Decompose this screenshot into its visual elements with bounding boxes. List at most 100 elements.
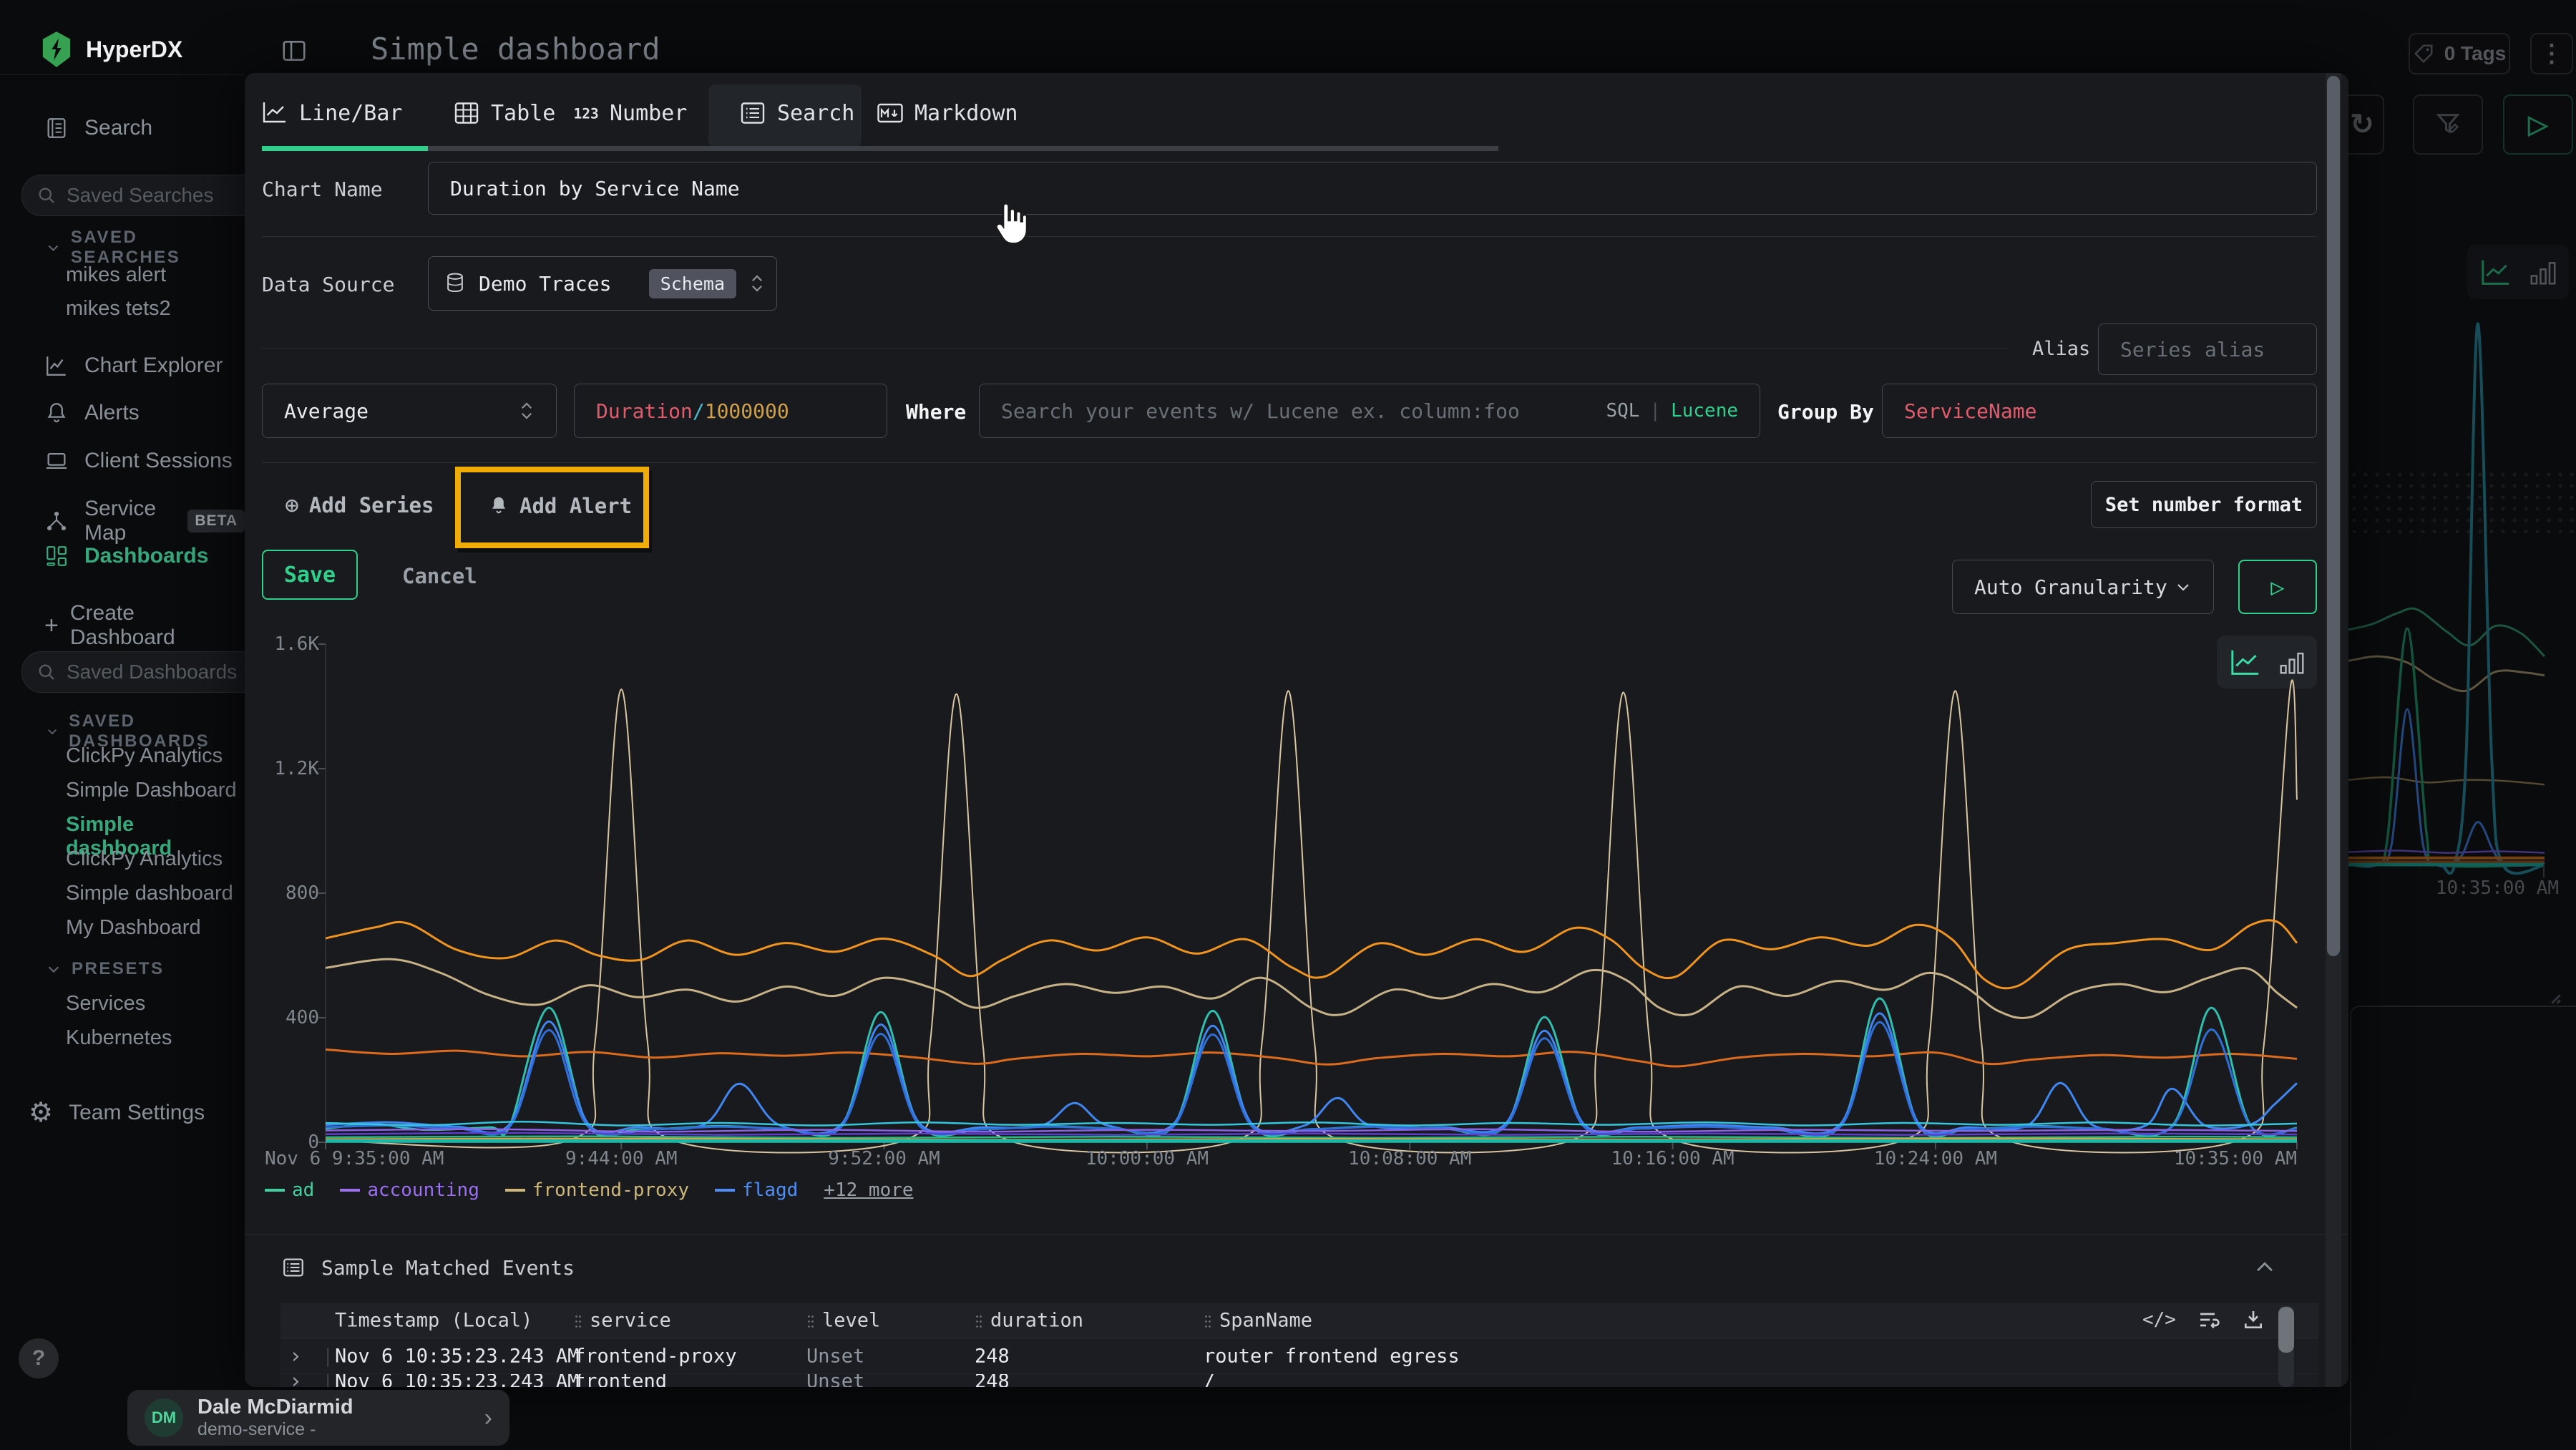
saved-search-item[interactable]: mikes alert	[66, 263, 166, 287]
x-axis-label: 10:35:00 AM	[2154, 1148, 2297, 1169]
search-icon	[36, 662, 57, 682]
collapse-section-icon[interactable]	[2253, 1255, 2277, 1280]
bg-green-line	[2348, 608, 2545, 656]
table-column-header[interactable]: Timestamp (Local)	[335, 1310, 532, 1332]
saved-searches-section-header[interactable]: SAVED SEARCHES	[46, 228, 245, 268]
modal-scrollbar-thumb[interactable]	[2327, 76, 2340, 956]
chevron-down-icon	[46, 240, 61, 256]
table-row[interactable]: ›|Nov 6 10:35:23.243 AMfrontend-proxyUns…	[280, 1338, 2318, 1373]
saved-searches-input[interactable]: Saved Searches	[21, 175, 270, 216]
legend-more-link[interactable]: +12 more	[824, 1179, 913, 1201]
saved-search-item[interactable]: mikes tets2	[66, 297, 171, 321]
sidebar-item-label: Alerts	[84, 401, 140, 425]
table-row[interactable]: ›|Nov 6 10:35:23.243 AMfrontendUnset248/	[280, 1373, 2318, 1387]
dark-orange-series	[326, 1049, 2297, 1066]
legend-item-flagd[interactable]: flagd	[715, 1179, 798, 1201]
collapse-sidebar-icon[interactable]	[280, 37, 308, 64]
y-axis-label: 400	[255, 1007, 319, 1028]
modal-scrollbar[interactable]	[2326, 73, 2341, 1387]
section-label: SAVED SEARCHES	[71, 228, 245, 268]
table-scrollbar[interactable]	[2278, 1305, 2294, 1387]
legend-swatch	[715, 1189, 735, 1192]
sample-events-header[interactable]: Sample Matched Events	[281, 1255, 575, 1280]
teal-bump-series	[326, 998, 2297, 1137]
saved-searches-placeholder: Saved Searches	[67, 184, 213, 207]
x-axis-label: 10:08:00 AM	[1324, 1148, 1496, 1169]
legend-swatch	[505, 1189, 525, 1192]
mouse-cursor	[989, 202, 1030, 249]
table-column-header[interactable]: level	[806, 1310, 880, 1332]
chevron-down-icon	[46, 961, 62, 977]
bg-purple-flat	[2348, 850, 2545, 852]
legend-item-frontend-proxy[interactable]: frontend-proxy	[505, 1179, 689, 1201]
wrap-text-icon[interactable]	[2197, 1308, 2220, 1331]
x-axis-label: 9:44:00 AM	[535, 1148, 707, 1169]
sidebar-item-chart-explorer[interactable]: Chart Explorer	[44, 354, 223, 378]
y-axis-label: 1.2K	[255, 758, 319, 779]
chevron-down-icon	[46, 724, 59, 739]
saved-dashboards-input[interactable]: Saved Dashboards	[21, 651, 270, 693]
saved-dashboard-item[interactable]: Simple dashboard	[66, 882, 233, 905]
search-doc-icon	[44, 116, 69, 140]
table-cell: 248	[975, 1373, 1010, 1387]
row-expand-icon[interactable]: ›	[289, 1373, 302, 1387]
chevron-right-icon: ›	[484, 1404, 492, 1432]
sidebar-item-dashboards[interactable]: Dashboards	[44, 544, 208, 568]
divider	[245, 1234, 2348, 1235]
table-cell: Unset	[806, 1373, 864, 1387]
legend-item-accounting[interactable]: accounting	[340, 1179, 479, 1201]
chart-explorer-icon	[44, 354, 69, 378]
events-table-header: Timestamp (Local) service level duration Spa…	[280, 1303, 2318, 1338]
y-axis-label: 1.6K	[255, 633, 319, 655]
sidebar-item-alerts[interactable]: Alerts	[44, 401, 140, 425]
avatar: DM	[145, 1398, 183, 1437]
sidebar-item-service-map[interactable]: Service MapBETA	[44, 497, 245, 545]
sidebar-item-team-settings[interactable]: ⚙ Team Settings	[29, 1096, 205, 1129]
sidebar-item-client-sessions[interactable]: Client Sessions	[44, 449, 233, 473]
table-column-header[interactable]: duration	[975, 1310, 1083, 1332]
search-icon	[36, 185, 57, 205]
saved-dashboards-placeholder: Saved Dashboards	[67, 661, 237, 683]
service-map-icon	[44, 509, 69, 533]
beta-badge: BETA	[187, 510, 245, 532]
sidebar-item-label: Dashboards	[84, 544, 208, 568]
table-column-header[interactable]: service	[574, 1310, 671, 1332]
column-drag-handle	[1204, 1313, 1212, 1329]
download-icon[interactable]	[2242, 1308, 2265, 1331]
list-icon	[281, 1255, 306, 1280]
preset-item-services[interactable]: Services	[66, 992, 145, 1016]
preset-item-kubernetes[interactable]: Kubernetes	[66, 1026, 172, 1050]
table-column-header[interactable]: SpanName	[1204, 1310, 1312, 1332]
sidebar-item-search[interactable]: Search	[44, 116, 152, 140]
row-expand-icon[interactable]: ›	[289, 1344, 302, 1369]
blue-series-2	[326, 1022, 2297, 1135]
sample-events-title: Sample Matched Events	[321, 1256, 575, 1280]
table-scrollbar-thumb[interactable]	[2278, 1307, 2294, 1353]
help-button[interactable]: ?	[19, 1338, 59, 1378]
create-dashboard-button[interactable]: + Create Dashboard	[44, 601, 245, 650]
resize-handle-icon[interactable]	[2539, 982, 2563, 1006]
saved-dashboard-item[interactable]: My Dashboard	[66, 916, 201, 940]
saved-dashboard-item[interactable]: ClickPy Analytics	[66, 847, 223, 871]
code-view-icon[interactable]: </>	[2142, 1309, 2176, 1330]
gear-icon: ⚙	[29, 1096, 53, 1129]
orange-series	[326, 920, 2297, 988]
user-menu[interactable]: DM Dale McDiarmid demo-service - ›	[127, 1390, 509, 1446]
brand[interactable]: HyperDX	[40, 31, 182, 67]
x-axis-label: 9:52:00 AM	[799, 1148, 970, 1169]
saved-dashboard-item[interactable]: Simple Dashboard	[66, 779, 237, 802]
team-settings-label: Team Settings	[69, 1101, 205, 1125]
presets-section-header[interactable]: PRESETS	[46, 959, 165, 979]
create-dashboard-label: Create Dashboard	[70, 601, 245, 650]
user-name: Dale McDiarmid	[197, 1396, 470, 1419]
table-toolbar: </>	[2142, 1308, 2265, 1331]
bg-khaki-line	[2348, 656, 2545, 691]
bell-icon	[44, 401, 69, 425]
app-root: 0 Tags ⋮ ↻ ▷ 10:35:00 AM Simple dashboar…	[0, 0, 2576, 1450]
edit-chart-modal: Line/BarTable123NumberSearchMarkdown Cha…	[245, 73, 2348, 1387]
table-cell: frontend	[574, 1373, 667, 1387]
saved-dashboard-item[interactable]: ClickPy Analytics	[66, 744, 223, 768]
bg-gold-line	[2348, 777, 2545, 784]
legend-item-ad[interactable]: ad	[265, 1179, 314, 1201]
table-cell: frontend-proxy	[574, 1346, 737, 1368]
